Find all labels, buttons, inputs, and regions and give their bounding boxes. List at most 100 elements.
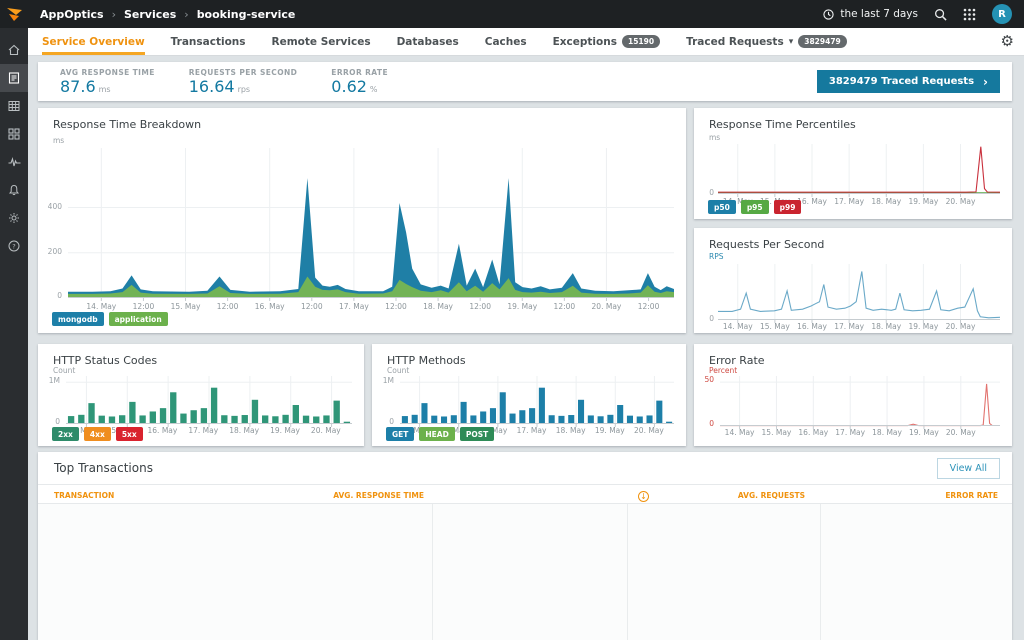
x-tick-label: 17. May [339,302,369,311]
chart-legend: p50 p95 p99 [708,200,801,214]
column-avg-response-time[interactable]: AVG. RESPONSE TIME [333,491,424,500]
metric-error-rate: ERROR RATE 0.62% [331,68,388,96]
response-time-breakdown-chart[interactable] [68,148,674,298]
x-tick-label: 17. May [835,428,865,437]
x-tick-label: 14. May [723,322,753,331]
legend-badge-POST[interactable]: POST [460,427,494,441]
y-tick-0: 0 [40,417,60,426]
column-transaction[interactable]: TRANSACTION [54,491,114,500]
left-nav-sidebar: ? [0,28,28,640]
x-axis-labels: 14. May12:0015. May12:0016. May12:0017. … [68,302,674,312]
y-tick-400: 400 [40,202,62,211]
legend-badge-p99[interactable]: p99 [774,200,802,214]
x-tick-label: 12:00 [469,302,491,311]
tab-exceptions[interactable]: Exceptions 15190 [553,28,660,55]
x-tick-label: 20. May [946,322,976,331]
breadcrumb-services[interactable]: Services [124,8,176,21]
x-tick-label: 20. May [311,426,341,435]
nav-help-icon[interactable]: ? [0,232,28,260]
x-tick-label: 16. May [797,322,827,331]
legend-badge-4xx[interactable]: 4xx [84,427,111,441]
legend-badge-application[interactable]: application [109,312,168,326]
http-status-codes-chart[interactable] [66,376,352,424]
tab-service-overview[interactable]: Service Overview [42,28,145,55]
y-tick-1m: 1M [374,376,394,385]
breadcrumb-appoptics[interactable]: AppOptics [40,8,104,21]
metric-requests-per-second: REQUESTS PER SECOND 16.64rps [189,68,298,96]
chevron-right-icon: › [983,75,988,89]
chart-legend: 2xx 4xx 5xx [52,427,143,441]
settings-gear-icon[interactable]: ⚙ [1001,34,1014,49]
column-error-rate[interactable]: ERROR RATE [945,491,998,500]
metric-label: AVG RESPONSE TIME [60,68,155,77]
response-time-breakdown-panel: Response Time Breakdown ms 400 200 0 14.… [38,108,686,333]
time-range-label: the last 7 days [840,8,918,20]
user-avatar[interactable]: R [992,4,1012,24]
x-tick-label: 15. May [762,428,792,437]
y-axis-unit: ms [709,133,720,142]
response-time-percentiles-chart[interactable] [718,144,1000,194]
view-all-button[interactable]: View All [937,458,1000,479]
nav-home-icon[interactable] [0,36,28,64]
x-tick-label: 12:00 [133,302,155,311]
x-tick-label: 19. May [507,302,537,311]
nav-settings-icon[interactable] [0,204,28,232]
legend-badge-GET[interactable]: GET [386,427,414,441]
x-tick-label: 12:00 [554,302,576,311]
x-tick-label: 19. May [908,197,938,206]
time-range-picker[interactable]: the last 7 days [823,8,918,20]
legend-badge-2xx[interactable]: 2xx [52,427,79,441]
tab-transactions[interactable]: Transactions [171,28,246,55]
svg-text:?: ? [12,242,15,250]
service-tab-bar: Service Overview Transactions Remote Ser… [28,28,1024,56]
x-tick-label: 20. May [946,428,976,437]
top-transactions-panel: Top Transactions View All TRANSACTION AV… [38,452,1012,640]
breadcrumb-separator-icon: › [184,8,188,21]
chart-legend: mongodb application [52,312,168,326]
nav-dashboards-icon[interactable] [0,120,28,148]
y-tick-0: 0 [694,419,714,428]
x-tick-label: 17. May [517,426,547,435]
legend-badge-5xx[interactable]: 5xx [116,427,143,441]
nav-services-icon[interactable] [0,64,28,92]
app-grid-icon[interactable] [963,8,976,21]
column-divider [820,504,821,640]
y-axis-unit: RPS [709,252,724,261]
column-avg-requests[interactable]: AVG. REQUESTS [738,491,805,500]
metric-value: 87.6 [60,77,96,96]
x-tick-label: 19. May [908,322,938,331]
sort-descending-icon[interactable]: ↓ [638,491,649,502]
y-axis-unit: Percent [709,366,737,375]
legend-badge-mongodb[interactable]: mongodb [52,312,104,326]
tab-traced-requests[interactable]: Traced Requests ▾ 3829479 [686,28,847,55]
y-tick-0: 0 [692,314,714,323]
legend-badge-p95[interactable]: p95 [741,200,769,214]
chart-legend: GET HEAD POST [386,427,494,441]
x-tick-label: 20. May [946,197,976,206]
y-tick-200: 200 [40,247,62,256]
metric-unit: ms [99,85,111,94]
y-axis-unit: ms [53,136,64,145]
metric-unit: rps [238,85,251,94]
tab-databases[interactable]: Databases [397,28,459,55]
nav-metrics-icon[interactable] [0,148,28,176]
chart-title: Response Time Percentiles [709,118,856,131]
search-icon[interactable] [934,8,947,21]
legend-badge-p50[interactable]: p50 [708,200,736,214]
nav-alerts-icon[interactable] [0,176,28,204]
http-methods-chart[interactable] [400,376,674,424]
y-tick-1m: 1M [40,376,60,385]
x-axis-labels: 14. May15. May16. May17. May18. May19. M… [720,428,1000,438]
chevron-down-icon: ▾ [789,37,794,47]
solarwinds-logo-icon[interactable] [0,0,28,28]
legend-badge-HEAD[interactable]: HEAD [419,427,454,441]
nav-hosts-icon[interactable] [0,92,28,120]
error-rate-chart[interactable] [720,376,1000,426]
x-tick-label: 12:00 [217,302,239,311]
x-tick-label: 15. May [171,302,201,311]
traced-requests-button[interactable]: 3829479 Traced Requests › [817,70,1000,93]
breadcrumb-booking-service[interactable]: booking-service [197,8,296,21]
requests-per-second-chart[interactable] [718,264,1000,320]
tab-caches[interactable]: Caches [485,28,527,55]
tab-remote-services[interactable]: Remote Services [272,28,371,55]
